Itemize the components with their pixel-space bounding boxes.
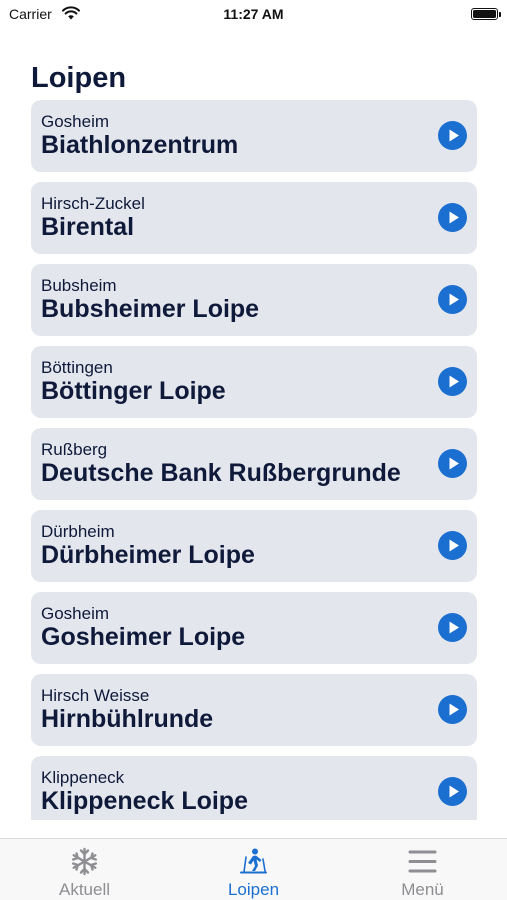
trail-region: Bubsheim [41, 276, 117, 295]
battery-tip [499, 12, 501, 17]
trail-list[interactable]: Gosheim Biathlonzentrum Hirsch-Zuckel Biren… [0, 100, 507, 820]
trail-region: Hirsch-Zuckel [41, 194, 145, 213]
trail-name: Hirnbühlrunde [41, 705, 214, 733]
trail-region: Gosheim [41, 112, 110, 131]
trail-region: Hirsch Weisse [41, 686, 150, 705]
trail-card[interactable]: Dürbheim Dürbheimer Loipe [31, 510, 477, 582]
play-icon[interactable] [438, 121, 467, 150]
tab-bar: Aktuell Loipen Menü [0, 838, 507, 900]
skier-icon [240, 848, 267, 874]
trail-name: Klippeneck Loipe [41, 787, 248, 815]
play-icon[interactable] [438, 531, 467, 560]
menu-icon [408, 850, 437, 873]
trail-name: Biathlonzentrum [41, 131, 239, 159]
trail-name: Böttinger Loipe [41, 377, 226, 405]
trail-region: Böttingen [41, 358, 113, 377]
status-bar: Carrier 11:27 AM [0, 0, 507, 30]
play-icon[interactable] [438, 695, 467, 724]
play-icon[interactable] [438, 285, 467, 314]
trail-card[interactable]: Rußberg Deutsche Bank Rußbergrunde [31, 428, 477, 500]
trail-region: Klippeneck [41, 768, 125, 787]
trail-card[interactable]: Klippeneck Klippeneck Loipe [31, 756, 477, 820]
tab-menu[interactable]: Menü [338, 839, 507, 900]
trail-region: Dürbheim [41, 522, 115, 541]
trail-card[interactable]: Böttingen Böttinger Loipe [31, 346, 477, 418]
play-icon[interactable] [438, 449, 467, 478]
tab-label-menu: Menü [401, 880, 444, 899]
trail-name: Deutsche Bank Rußbergrunde [41, 459, 401, 487]
trail-region: Rußberg [41, 440, 108, 459]
play-icon[interactable] [438, 777, 467, 806]
tab-loipen[interactable]: Loipen [169, 839, 338, 900]
trail-card[interactable]: Gosheim Gosheimer Loipe [31, 592, 477, 664]
trail-card[interactable]: Hirsch-Zuckel Birental [31, 182, 477, 254]
play-icon[interactable] [438, 613, 467, 642]
tab-label-aktuell: Aktuell [58, 880, 111, 899]
play-icon[interactable] [438, 203, 467, 232]
trail-region: Gosheim [41, 604, 110, 623]
trail-card[interactable]: Bubsheim Bubsheimer Loipe [31, 264, 477, 336]
play-icon[interactable] [438, 367, 467, 396]
page-title: Loipen [31, 62, 127, 94]
trail-card[interactable]: Hirsch Weisse Hirnbühlrunde [31, 674, 477, 746]
tab-label-loipen: Loipen [227, 880, 280, 899]
snowflake-icon [72, 847, 97, 876]
trail-name: Dürbheimer Loipe [41, 541, 255, 569]
clock: 11:27 AM [223, 6, 284, 22]
battery-icon [471, 8, 498, 20]
trail-card[interactable]: Gosheim Biathlonzentrum [31, 100, 477, 172]
trail-name: Birental [41, 213, 135, 241]
trail-name: Bubsheimer Loipe [41, 295, 260, 323]
trail-name: Gosheimer Loipe [41, 623, 246, 651]
tab-aktuell[interactable]: Aktuell [0, 839, 169, 900]
